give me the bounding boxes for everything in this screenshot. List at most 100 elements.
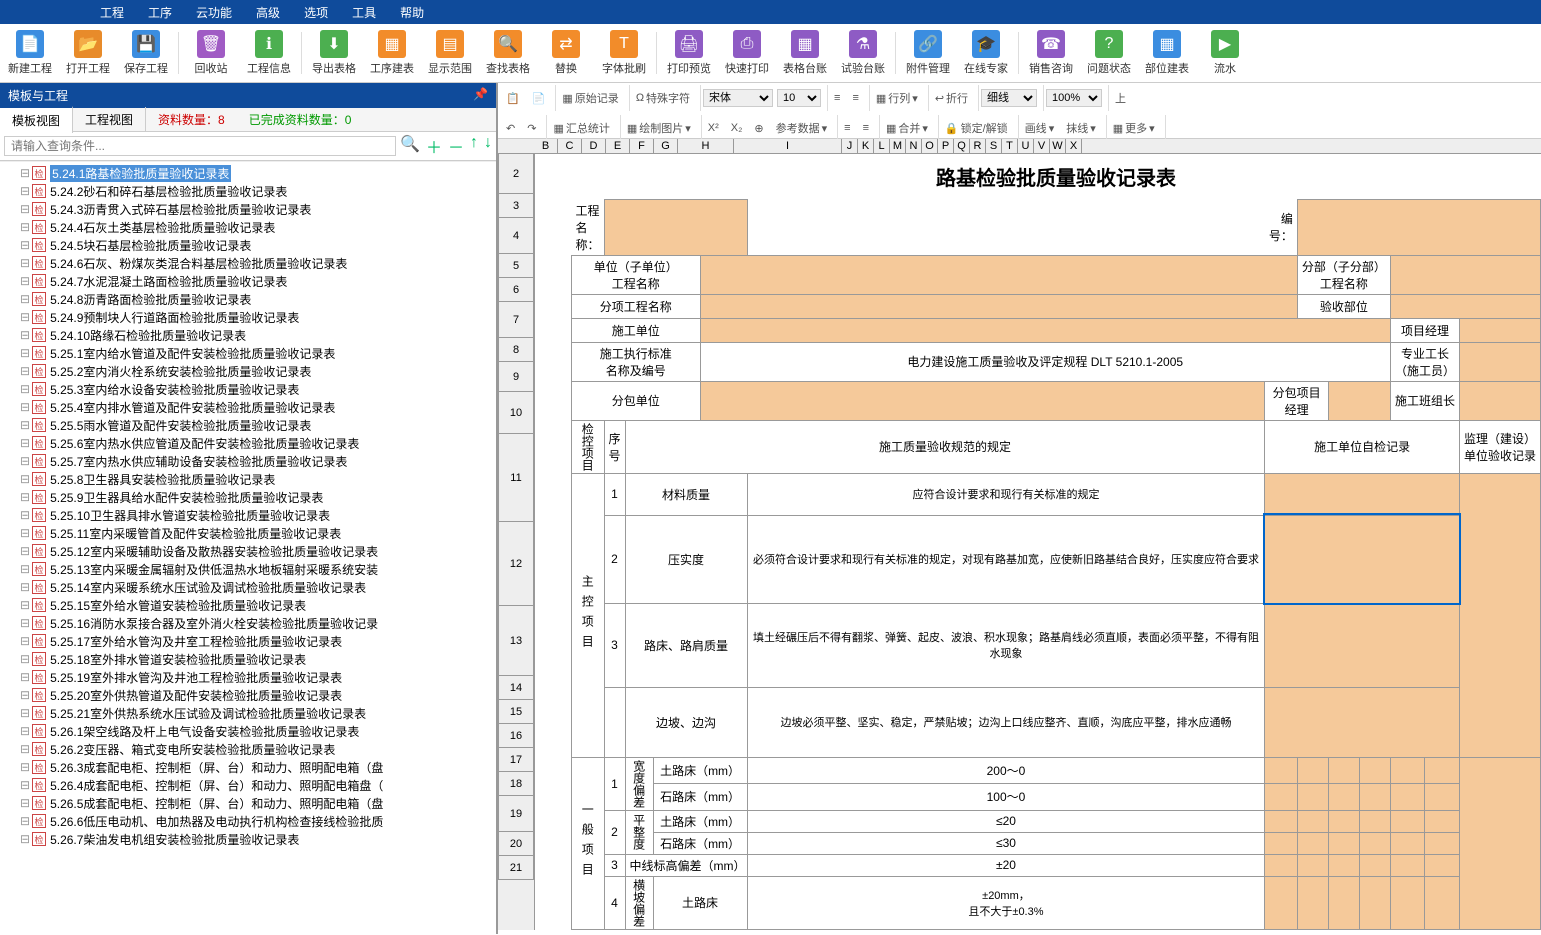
- tree-item[interactable]: ⊟检5.26.4成套配电柜、控制柜（屏、台）和动力、照明配电箱盘（: [0, 776, 496, 794]
- down-icon[interactable]: ↓: [484, 134, 492, 158]
- paste-icon[interactable]: 📄: [528, 91, 550, 106]
- search-icon[interactable]: 🔍: [400, 134, 420, 158]
- tree-item[interactable]: ⊟检5.24.10路缘石检验批质量验收记录表: [0, 326, 496, 344]
- sup-icon[interactable]: X²: [704, 121, 723, 135]
- tree-item[interactable]: ⊟检5.25.15室外给水管道安装检验批质量验收记录表: [0, 596, 496, 614]
- tree-item[interactable]: ⊟检5.25.10卫生器具排水管道安装检验批质量验收记录表: [0, 506, 496, 524]
- deg-icon[interactable]: ⊕: [750, 121, 767, 136]
- redo-icon[interactable]: ↷: [523, 121, 540, 136]
- unit-cell[interactable]: [700, 255, 1297, 294]
- stat-btn[interactable]: ▦ 汇总统计: [549, 119, 613, 137]
- tree-item[interactable]: ⊟检5.25.11室内采暖管首及配件安装检验批质量验收记录表: [0, 524, 496, 542]
- orig-record-btn[interactable]: ▦ 原始记录: [558, 89, 622, 107]
- sub-icon[interactable]: X₂: [727, 121, 747, 135]
- tree-item[interactable]: ⊟检5.25.17室外给水管沟及井室工程检验批质量验收记录表: [0, 632, 496, 650]
- tree-item[interactable]: ⊟检5.26.3成套配电柜、控制柜（屏、台）和动力、照明配电箱（盘: [0, 758, 496, 776]
- tb-快速打印[interactable]: ⎙快速打印: [719, 28, 775, 78]
- menu-工序[interactable]: 工序: [148, 4, 172, 20]
- tree-item[interactable]: ⊟检5.25.5雨水管道及配件安装检验批质量验收记录表: [0, 416, 496, 434]
- border-btn[interactable]: 画线 ▾: [1021, 119, 1059, 137]
- lock-btn[interactable]: 🔒 锁定/解锁: [941, 119, 1012, 137]
- tb-部位建表[interactable]: ▦部位建表: [1139, 28, 1195, 78]
- tree-item[interactable]: ⊟检5.25.9卫生器具给水配件安装检验批质量验收记录表: [0, 488, 496, 506]
- tb-表格台账[interactable]: ▦表格台账: [777, 28, 833, 78]
- tb-流水[interactable]: ▶流水: [1197, 28, 1253, 78]
- tb-保存工程[interactable]: 💾保存工程: [118, 28, 174, 78]
- tree-item[interactable]: ⊟检5.24.3沥青贯入式碎石基层检验批质量验收记录表: [0, 200, 496, 218]
- menu-高级[interactable]: 高级: [256, 4, 280, 20]
- tb-查找表格[interactable]: 🔍查找表格: [480, 28, 536, 78]
- tab-template-view[interactable]: 模板视图: [0, 106, 73, 133]
- tab-project-view[interactable]: 工程视图: [73, 107, 146, 132]
- tb-问题状态[interactable]: ?问题状态: [1081, 28, 1137, 78]
- rowcol-btn[interactable]: ▦ 行列 ▾: [872, 89, 922, 107]
- special-char-btn[interactable]: Ω 特殊字符: [632, 89, 694, 107]
- tree-item[interactable]: ⊟检5.25.3室内给水设备安装检验批质量验收记录表: [0, 380, 496, 398]
- ref-btn[interactable]: 参考数据 ▾: [772, 119, 832, 137]
- zoom-select[interactable]: 100%: [1046, 89, 1102, 107]
- tree-item[interactable]: ⊟检5.25.1室内给水管道及配件安装检验批质量验收记录表: [0, 344, 496, 362]
- add-icon[interactable]: ＋: [426, 134, 442, 158]
- tb-打开工程[interactable]: 📂打开工程: [60, 28, 116, 78]
- selected-cell[interactable]: [1265, 515, 1460, 603]
- tb-附件管理[interactable]: 🔗附件管理: [900, 28, 956, 78]
- align-left-icon[interactable]: ≡: [830, 91, 844, 105]
- tree-item[interactable]: ⊟检5.25.20室外供热管道及配件安装检验批质量验收记录表: [0, 686, 496, 704]
- tree-item[interactable]: ⊟检5.25.19室外排水管沟及井池工程检验批质量验收记录表: [0, 668, 496, 686]
- tree-item[interactable]: ⊟检5.25.7室内热水供应辅助设备安装检验批质量验收记录表: [0, 452, 496, 470]
- tb-替换[interactable]: ⇄替换: [538, 28, 594, 78]
- proj-name-cell[interactable]: [604, 200, 747, 256]
- tree-item[interactable]: ⊟检5.26.5成套配电柜、控制柜（屏、台）和动力、照明配电箱（盘: [0, 794, 496, 812]
- tree-item[interactable]: ⊟检5.25.16消防水泵接合器及室外消火栓安装检验批质量验收记录: [0, 614, 496, 632]
- tree[interactable]: ⊟检5.24.1路基检验批质量验收记录表⊟检5.24.2砂石和碎石基层检验批质量…: [0, 161, 496, 934]
- menu-工具[interactable]: 工具: [352, 4, 376, 20]
- tb-试验台账[interactable]: ⚗试验台账: [835, 28, 891, 78]
- tb-在线专家[interactable]: 🎓在线专家: [958, 28, 1014, 78]
- tb-回收站[interactable]: 🗑回收站: [183, 28, 239, 78]
- tb-打印预览[interactable]: 🖨打印预览: [661, 28, 717, 78]
- tree-item[interactable]: ⊟检5.24.4石灰土类基层检验批质量验收记录表: [0, 218, 496, 236]
- up-icon[interactable]: ↑: [470, 134, 478, 158]
- tb-新建工程[interactable]: 📄新建工程: [2, 28, 58, 78]
- spreadsheet[interactable]: BCDEFGHIJKLMNOPQRSTUVWX 2345678910111213…: [498, 139, 1541, 934]
- tree-item[interactable]: ⊟检5.24.8沥青路面检验批质量验收记录表: [0, 290, 496, 308]
- tree-item[interactable]: ⊟检5.25.12室内采暖辅助设备及散热器安装检验批质量验收记录表: [0, 542, 496, 560]
- wrap-btn[interactable]: ↩ 折行: [931, 89, 972, 107]
- menu-云功能[interactable]: 云功能: [196, 4, 232, 20]
- tb-工序建表[interactable]: ▦工序建表: [364, 28, 420, 78]
- tree-item[interactable]: ⊟检5.24.5块石基层检验批质量验收记录表: [0, 236, 496, 254]
- up-btn[interactable]: 上: [1111, 85, 1130, 111]
- tree-item[interactable]: ⊟检5.24.2砂石和碎石基层检验批质量验收记录表: [0, 182, 496, 200]
- tree-item[interactable]: ⊟检5.26.7柴油发电机组安装检验批质量验收记录表: [0, 830, 496, 848]
- tree-item[interactable]: ⊟检5.24.6石灰、粉煤灰类混合料基层检验批质量验收记录表: [0, 254, 496, 272]
- tree-item[interactable]: ⊟检5.26.2变压器、箱式变电所安装检验批质量验收记录表: [0, 740, 496, 758]
- tree-item[interactable]: ⊟检5.25.4室内排水管道及配件安装检验批质量验收记录表: [0, 398, 496, 416]
- tree-item[interactable]: ⊟检5.25.14室内采暖系统水压试验及调试检验批质量验收记录表: [0, 578, 496, 596]
- tree-item[interactable]: ⊟检5.25.8卫生器具安装检验批质量验收记录表: [0, 470, 496, 488]
- font-select[interactable]: 宋体: [703, 89, 773, 107]
- valign2-icon[interactable]: ≡: [859, 121, 873, 135]
- tree-item[interactable]: ⊟检5.26.6低压电动机、电加热器及电动执行机构检查接线检验批质: [0, 812, 496, 830]
- panel-pin-icon[interactable]: 📌: [473, 87, 488, 104]
- more-btn[interactable]: ▦ 更多 ▾: [1109, 119, 1159, 137]
- tree-item[interactable]: ⊟检5.24.9预制块人行道路面检验批质量验收记录表: [0, 308, 496, 326]
- tree-item[interactable]: ⊟检5.25.2室内消火栓系统安装检验批质量验收记录表: [0, 362, 496, 380]
- tree-item[interactable]: ⊟检5.24.7水泥混凝土路面检验批质量验收记录表: [0, 272, 496, 290]
- undo-icon[interactable]: ↶: [502, 121, 519, 136]
- tb-显示范围[interactable]: ▤显示范围: [422, 28, 478, 78]
- dash-btn[interactable]: 抹线 ▾: [1062, 119, 1100, 137]
- tb-导出表格[interactable]: ⬇导出表格: [306, 28, 362, 78]
- tree-item[interactable]: ⊟检5.25.6室内热水供应管道及配件安装检验批质量验收记录表: [0, 434, 496, 452]
- copy-icon[interactable]: 📋: [502, 91, 524, 106]
- align-center-icon[interactable]: ≡: [848, 91, 862, 105]
- size-select[interactable]: 10: [777, 89, 821, 107]
- tree-item[interactable]: ⊟检5.25.21室外供热系统水压试验及调试检验批质量验收记录表: [0, 704, 496, 722]
- tree-item[interactable]: ⊟检5.26.1架空线路及杆上电气设备安装检验批质量验收记录表: [0, 722, 496, 740]
- num-cell[interactable]: [1297, 200, 1540, 256]
- tb-工程信息[interactable]: ℹ工程信息: [241, 28, 297, 78]
- tb-销售咨询[interactable]: ☎销售咨询: [1023, 28, 1079, 78]
- img-btn[interactable]: ▦ 绘制图片 ▾: [623, 119, 695, 137]
- line-select[interactable]: 细线: [981, 89, 1037, 107]
- menu-选项[interactable]: 选项: [304, 4, 328, 20]
- valign-icon[interactable]: ≡: [840, 121, 854, 135]
